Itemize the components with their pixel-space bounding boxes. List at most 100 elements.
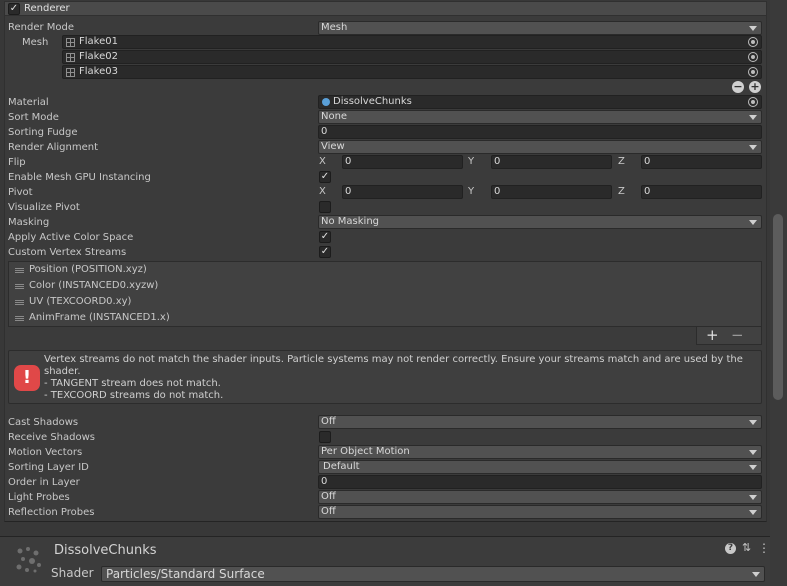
masking-value: No Masking xyxy=(321,216,379,227)
chevron-down-icon xyxy=(749,450,757,455)
flip-z-label: Z xyxy=(618,156,625,167)
pivot-z-input[interactable]: 0 xyxy=(641,185,762,199)
sort-mode-dropdown[interactable]: None xyxy=(318,110,762,124)
pivot-y-label: Y xyxy=(468,186,475,197)
light-probes-dropdown[interactable]: Off xyxy=(318,490,762,504)
flip-z-input[interactable]: 0 xyxy=(641,155,762,169)
add-stream-button[interactable]: + xyxy=(706,327,719,344)
mesh-icon xyxy=(66,53,75,62)
render-alignment-value: View xyxy=(321,141,345,152)
chevron-down-icon xyxy=(749,220,757,225)
list-item[interactable]: AnimFrame (INSTANCED1.x) xyxy=(9,310,170,326)
reflection-probes-label: Reflection Probes xyxy=(8,507,95,518)
stream-label: UV (TEXCOORD0.xy) xyxy=(29,296,132,307)
mesh-value-3: Flake03 xyxy=(79,66,118,77)
render-alignment-label: Render Alignment xyxy=(8,142,99,153)
object-picker-icon[interactable] xyxy=(748,37,758,47)
warning-line-1: Vertex streams do not match the shader i… xyxy=(44,354,743,377)
sorting-fudge-input[interactable]: 0 xyxy=(318,125,762,139)
drag-handle-icon[interactable] xyxy=(15,300,24,305)
custom-vertex-streams-checkbox[interactable]: ✓ xyxy=(319,246,331,258)
active-color-space-checkbox[interactable]: ✓ xyxy=(319,231,331,243)
list-item[interactable]: Color (INSTANCED0.xyzw) xyxy=(9,278,158,294)
receive-shadows-checkbox[interactable] xyxy=(319,431,331,443)
object-picker-icon[interactable] xyxy=(748,97,758,107)
flip-x-input[interactable]: 0 xyxy=(342,155,463,169)
drag-handle-icon[interactable] xyxy=(15,284,24,289)
list-item[interactable]: Position (POSITION.xyz) xyxy=(9,262,147,278)
cast-shadows-dropdown[interactable]: Off xyxy=(318,415,762,429)
mesh-field-3[interactable]: Flake03 xyxy=(62,65,762,79)
material-preview-icon xyxy=(16,547,41,573)
cast-shadows-label: Cast Shadows xyxy=(8,417,79,428)
renderer-enabled-checkbox[interactable]: ✓ xyxy=(8,3,20,15)
scrollbar-thumb[interactable] xyxy=(773,214,783,400)
flip-x-label: X xyxy=(319,156,326,167)
drag-handle-icon[interactable] xyxy=(15,316,24,321)
more-options-icon[interactable]: ⋮ xyxy=(758,541,770,555)
shader-value: Particles/Standard Surface xyxy=(106,567,265,581)
material-field[interactable]: DissolveChunks xyxy=(318,95,762,109)
sorting-layer-value: Default xyxy=(323,461,360,472)
remove-mesh-button[interactable]: − xyxy=(732,81,744,93)
error-icon: ! xyxy=(14,365,40,391)
chevron-down-icon xyxy=(749,510,757,515)
visualize-pivot-checkbox[interactable] xyxy=(319,201,331,213)
list-item[interactable]: UV (TEXCOORD0.xy) xyxy=(9,294,131,310)
mesh-field-1[interactable]: Flake01 xyxy=(62,35,762,49)
vertex-streams-list: Position (POSITION.xyz) Color (INSTANCED… xyxy=(8,261,762,327)
flip-y-input[interactable]: 0 xyxy=(491,155,612,169)
add-mesh-button[interactable]: + xyxy=(749,81,761,93)
renderer-module-header[interactable]: ✓ Renderer xyxy=(4,1,767,16)
render-mode-value: Mesh xyxy=(321,22,348,33)
light-probes-label: Light Probes xyxy=(8,492,70,503)
flip-label: Flip xyxy=(8,157,26,168)
mesh-field-2[interactable]: Flake02 xyxy=(62,50,762,64)
active-color-space-label: Apply Active Color Space xyxy=(8,232,134,243)
custom-vertex-streams-label: Custom Vertex Streams xyxy=(8,247,127,258)
gpu-instancing-checkbox[interactable]: ✓ xyxy=(319,171,331,183)
pivot-z-label: Z xyxy=(618,186,625,197)
mesh-icon xyxy=(66,68,75,77)
chevron-down-icon xyxy=(749,465,757,470)
stream-label: AnimFrame (INSTANCED1.x) xyxy=(29,312,170,323)
mesh-value-1: Flake01 xyxy=(79,36,118,47)
renderer-header-title: Renderer xyxy=(24,3,70,14)
shader-label: Shader xyxy=(51,566,94,580)
object-picker-icon[interactable] xyxy=(748,52,758,62)
pivot-x-input[interactable]: 0 xyxy=(342,185,463,199)
order-in-layer-input[interactable]: 0 xyxy=(318,475,762,489)
remove-stream-button[interactable]: − xyxy=(731,327,744,344)
material-panel: DissolveChunks ? ⇅ ⋮ Shader Particles/St… xyxy=(0,536,770,586)
chevron-down-icon xyxy=(752,572,760,577)
render-alignment-dropdown[interactable]: View xyxy=(318,140,762,154)
sorting-layer-dropdown[interactable]: Default xyxy=(318,460,762,474)
pivot-y-input[interactable]: 0 xyxy=(491,185,612,199)
sort-mode-value: None xyxy=(321,111,348,122)
material-label: Material xyxy=(8,97,49,108)
warning-text: Vertex streams do not match the shader i… xyxy=(44,354,744,402)
shader-dropdown[interactable]: Particles/Standard Surface xyxy=(101,566,765,582)
chevron-down-icon xyxy=(749,145,757,150)
stream-label: Color (INSTANCED0.xyzw) xyxy=(29,280,159,291)
receive-shadows-label: Receive Shadows xyxy=(8,432,95,443)
render-mode-dropdown[interactable]: Mesh xyxy=(318,21,762,35)
motion-vectors-value: Per Object Motion xyxy=(321,446,410,457)
pivot-x-label: X xyxy=(319,186,326,197)
material-value: DissolveChunks xyxy=(333,96,412,107)
mesh-icon xyxy=(66,38,75,47)
sort-mode-label: Sort Mode xyxy=(8,112,59,123)
masking-dropdown[interactable]: No Masking xyxy=(318,215,762,229)
order-in-layer-label: Order in Layer xyxy=(8,477,80,488)
drag-handle-icon[interactable] xyxy=(15,268,24,273)
mesh-label: Mesh xyxy=(22,37,49,48)
vertex-streams-footer: + − xyxy=(696,327,762,345)
reflection-probes-dropdown[interactable]: Off xyxy=(318,505,762,519)
chevron-down-icon xyxy=(749,115,757,120)
stream-label: Position (POSITION.xyz) xyxy=(29,264,147,275)
object-picker-icon[interactable] xyxy=(748,67,758,77)
preset-settings-icon[interactable]: ⇅ xyxy=(742,541,751,554)
help-icon[interactable]: ? xyxy=(725,543,736,554)
motion-vectors-dropdown[interactable]: Per Object Motion xyxy=(318,445,762,459)
pivot-label: Pivot xyxy=(8,187,33,198)
